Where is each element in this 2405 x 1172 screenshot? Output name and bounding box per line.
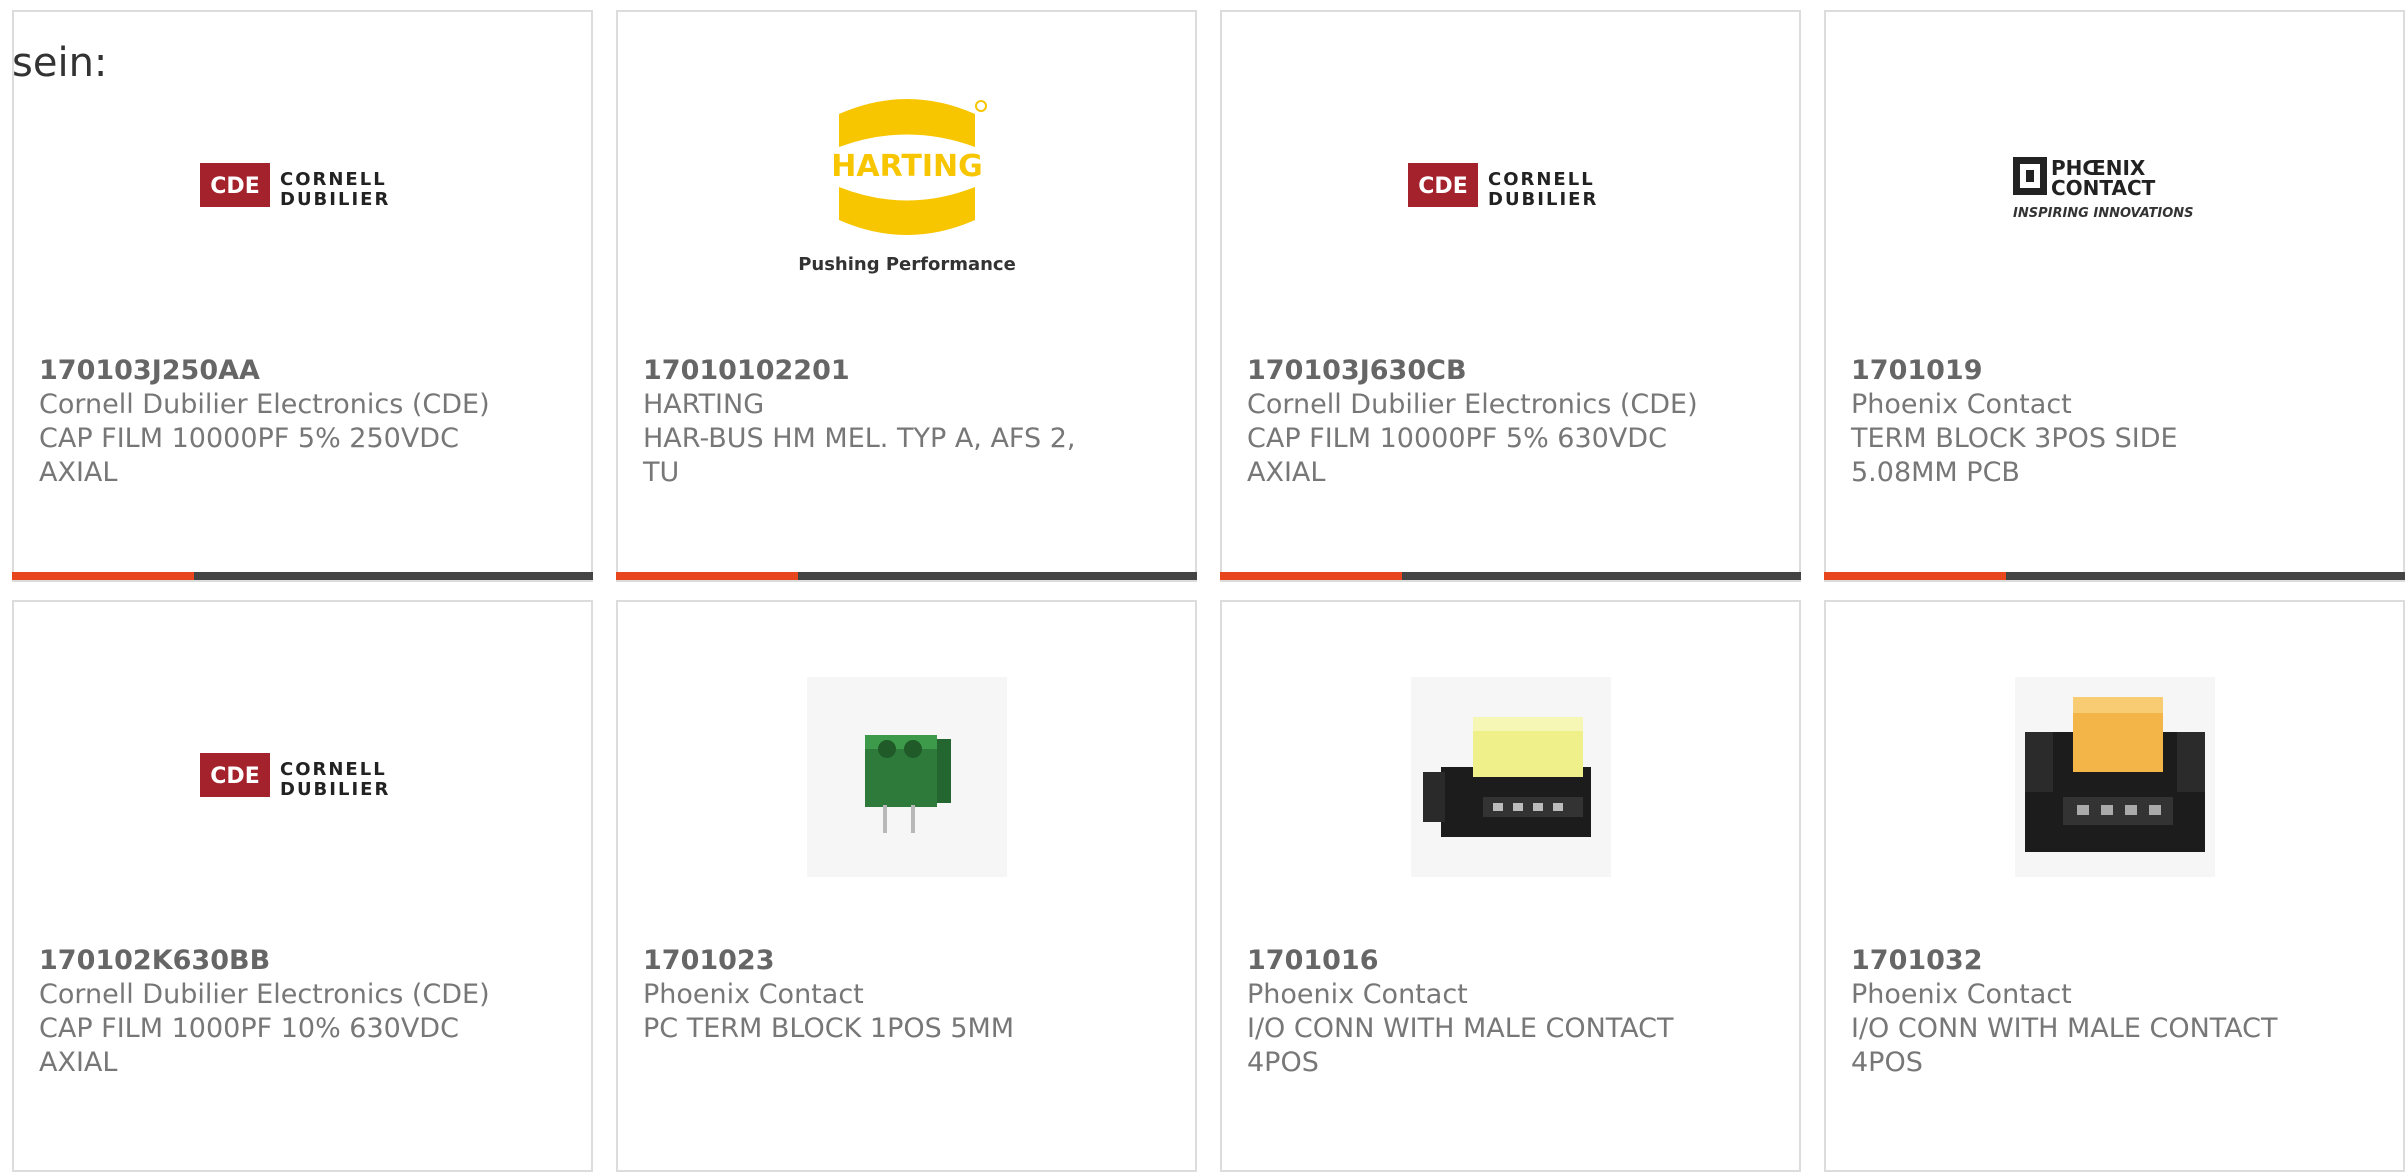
- part-number[interactable]: 170103J630CB: [1247, 354, 1774, 388]
- description: I/O CONN WITH MALE CONTACT 4POS: [1851, 1013, 2278, 1078]
- cde-logo-icon: CDE CORNELL DUBILIER: [199, 163, 390, 210]
- card-bar-accent: [1220, 572, 1402, 580]
- manufacturer: Phoenix Contact: [1247, 979, 1468, 1010]
- logo-top: CORNELL: [1488, 169, 1595, 190]
- logo-badge: CDE: [210, 764, 259, 789]
- description: CAP FILM 10000PF 5% 630VDC AXIAL: [1247, 423, 1667, 488]
- connector-yellow-icon: [1410, 677, 1611, 877]
- connector-orange-icon: [2014, 677, 2215, 877]
- manufacturer: Cornell Dubilier Electronics (CDE): [1247, 389, 1698, 420]
- product-grid: CDE CORNELL DUBILIER 170103J250AA Cornel…: [12, 10, 2405, 1172]
- logo-bottom: CONTACT: [2051, 176, 2156, 200]
- manufacturer: Cornell Dubilier Electronics (CDE): [39, 979, 490, 1010]
- manufacturer: Phoenix Contact: [1851, 979, 2072, 1010]
- logo-badge: CDE: [1418, 174, 1467, 199]
- part-number[interactable]: 1701019: [1851, 354, 2378, 388]
- terminal-block-icon: [806, 677, 1007, 877]
- part-number[interactable]: 1701023: [643, 944, 1170, 978]
- description: CAP FILM 10000PF 5% 250VDC AXIAL: [39, 423, 459, 488]
- card-bar: [1220, 572, 1801, 580]
- cde-logo-icon: CDE CORNELL DUBILIER: [1407, 163, 1598, 210]
- description: CAP FILM 1000PF 10% 630VDC AXIAL: [39, 1013, 459, 1078]
- manufacturer: Cornell Dubilier Electronics (CDE): [39, 389, 490, 420]
- card-bar-accent: [1824, 572, 2006, 580]
- card-bar-accent: [616, 572, 798, 580]
- product-image[interactable]: HARTING Pushing Performance: [618, 72, 1195, 302]
- card-bar: [616, 572, 1197, 580]
- product-card[interactable]: CDE CORNELL DUBILIER 170103J630CB Cornel…: [1220, 10, 1801, 582]
- intro-text: sein:: [12, 40, 108, 86]
- product-card[interactable]: HARTING Pushing Performance 17010102201 …: [616, 10, 1197, 582]
- manufacturer: Phoenix Contact: [643, 979, 864, 1010]
- product-image[interactable]: CDE CORNELL DUBILIER: [14, 662, 591, 892]
- manufacturer: Phoenix Contact: [1851, 389, 2072, 420]
- logo-bottom: DUBILIER: [280, 189, 390, 210]
- logo-word: HARTING: [831, 149, 982, 184]
- part-number[interactable]: 170103J250AA: [39, 354, 566, 388]
- card-bar-accent: [12, 572, 194, 580]
- logo-bottom: DUBILIER: [280, 779, 390, 800]
- product-image[interactable]: CDE CORNELL DUBILIER: [14, 72, 591, 302]
- product-image[interactable]: PHŒNIX CONTACT INSPIRING INNOVATIONS: [1826, 72, 2403, 302]
- phoenix-logo-icon: PHŒNIX CONTACT INSPIRING INNOVATIONS: [2012, 156, 2194, 221]
- harting-logo-icon: HARTING Pushing Performance: [798, 99, 1016, 275]
- product-card[interactable]: 1701023 Phoenix Contact PC TERM BLOCK 1P…: [616, 600, 1197, 1172]
- logo-bottom: DUBILIER: [1488, 189, 1598, 210]
- card-bar: [1824, 572, 2405, 580]
- product-card[interactable]: 1701032 Phoenix Contact I/O CONN WITH MA…: [1824, 600, 2405, 1172]
- product-image[interactable]: CDE CORNELL DUBILIER: [1222, 72, 1799, 302]
- part-number[interactable]: 17010102201: [643, 354, 1170, 388]
- part-number[interactable]: 1701016: [1247, 944, 1774, 978]
- product-image[interactable]: [618, 662, 1195, 892]
- card-bar: [12, 572, 593, 580]
- description: I/O CONN WITH MALE CONTACT 4POS: [1247, 1013, 1674, 1078]
- product-card[interactable]: PHŒNIX CONTACT INSPIRING INNOVATIONS 170…: [1824, 10, 2405, 582]
- logo-top: CORNELL: [280, 759, 387, 780]
- product-image[interactable]: [1222, 662, 1799, 892]
- product-card[interactable]: 1701016 Phoenix Contact I/O CONN WITH MA…: [1220, 600, 1801, 1172]
- part-number[interactable]: 170102K630BB: [39, 944, 566, 978]
- logo-badge: CDE: [210, 174, 259, 199]
- description: HAR-BUS HM MEL. TYP A, AFS 2, TU: [643, 423, 1076, 488]
- description: TERM BLOCK 3POS SIDE 5.08MM PCB: [1851, 423, 2178, 488]
- part-number[interactable]: 1701032: [1851, 944, 2378, 978]
- logo-top: CORNELL: [280, 169, 387, 190]
- cde-logo-icon: CDE CORNELL DUBILIER: [199, 753, 390, 800]
- product-image[interactable]: [1826, 662, 2403, 892]
- logo-tagline: INSPIRING INNOVATIONS: [2013, 206, 2194, 221]
- product-card[interactable]: CDE CORNELL DUBILIER 170102K630BB Cornel…: [12, 600, 593, 1172]
- logo-tagline: Pushing Performance: [798, 254, 1016, 275]
- manufacturer: HARTING: [643, 389, 765, 420]
- product-card[interactable]: CDE CORNELL DUBILIER 170103J250AA Cornel…: [12, 10, 593, 582]
- description: PC TERM BLOCK 1POS 5MM: [643, 1013, 1015, 1044]
